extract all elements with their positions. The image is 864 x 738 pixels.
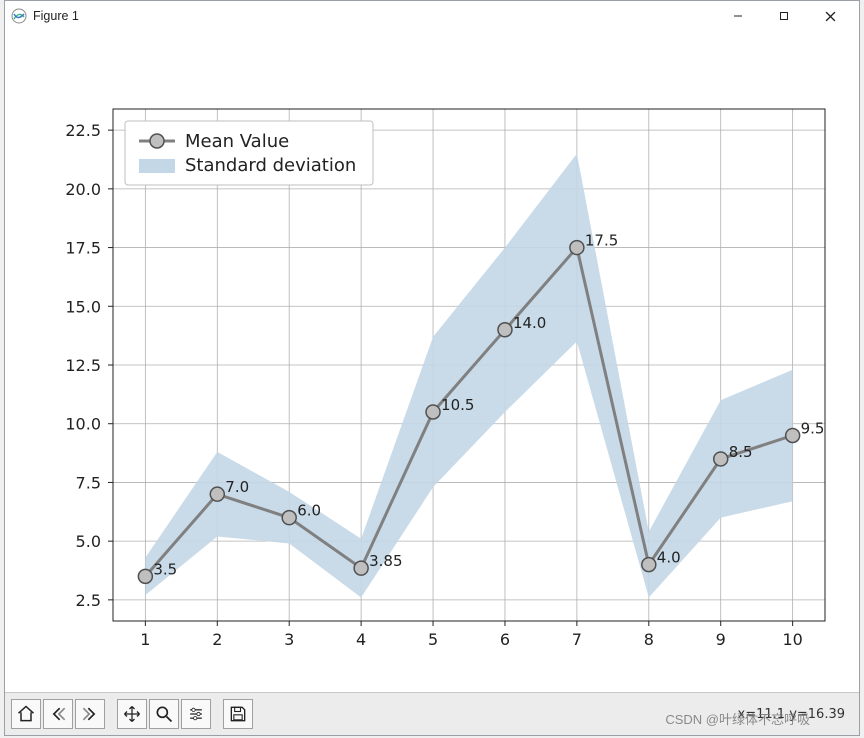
x-tick-label: 1	[140, 630, 150, 649]
x-tick-label: 2	[212, 630, 222, 649]
data-marker	[426, 405, 440, 419]
zoom-button[interactable]	[149, 699, 179, 729]
forward-button[interactable]	[75, 699, 105, 729]
home-button[interactable]	[11, 699, 41, 729]
y-tick-label: 10.0	[65, 415, 101, 434]
x-tick-label: 3	[284, 630, 294, 649]
titlebar: Figure 1	[5, 1, 859, 32]
y-tick-label: 22.5	[65, 121, 101, 140]
chart-svg: 3.5 7.0 6.0 3.85 10.5 14.0 17.5 4.0 8.5 9.5 1 2 3 4 5 6…	[5, 31, 859, 693]
legend-band-label: Standard deviation	[185, 155, 356, 176]
plot-area[interactable]: 3.5 7.0 6.0 3.85 10.5 14.0 17.5 4.0 8.5 9.5 1 2 3 4 5 6…	[5, 31, 859, 693]
data-marker	[210, 487, 224, 501]
legend-line-label: Mean Value	[185, 131, 289, 152]
y-tick-label: 5.0	[76, 532, 101, 551]
x-tick-label: 5	[428, 630, 438, 649]
point-label: 3.5	[153, 560, 177, 578]
y-tick-label: 12.5	[65, 356, 101, 375]
data-marker	[354, 561, 368, 575]
window-title: Figure 1	[33, 9, 79, 23]
point-label: 17.5	[585, 232, 618, 250]
point-label: 10.5	[441, 396, 474, 414]
x-tick-label: 7	[572, 630, 582, 649]
y-tick-label: 17.5	[65, 239, 101, 258]
x-tick-label: 6	[500, 630, 510, 649]
back-button[interactable]	[43, 699, 73, 729]
x-tick-label: 9	[716, 630, 726, 649]
configure-subplots-button[interactable]	[181, 699, 211, 729]
x-tick-label: 4	[356, 630, 366, 649]
y-tick-label: 2.5	[76, 591, 101, 610]
point-label: 8.5	[729, 443, 753, 461]
x-tick-label: 8	[644, 630, 654, 649]
x-tick-label: 10	[782, 630, 802, 649]
minimize-button[interactable]	[715, 1, 761, 31]
pan-button[interactable]	[117, 699, 147, 729]
y-tick-label: 15.0	[65, 297, 101, 316]
data-marker	[498, 323, 512, 337]
point-label: 3.85	[369, 552, 402, 570]
data-marker	[138, 569, 152, 583]
data-marker	[642, 558, 656, 572]
data-marker	[714, 452, 728, 466]
y-tick-label: 20.0	[65, 180, 101, 199]
figure-window: Figure 1 3.57.06.03.8510.514.017.54.08.5…	[4, 0, 860, 736]
data-marker	[786, 428, 800, 442]
cursor-coords: x=11.1 y=16.39	[738, 707, 845, 722]
point-label: 6.0	[297, 502, 321, 520]
data-marker	[282, 511, 296, 525]
save-button[interactable]	[223, 699, 253, 729]
matplotlib-toolbar: x=11.1 y=16.39	[5, 692, 859, 735]
close-button[interactable]	[807, 1, 853, 31]
maximize-button[interactable]	[761, 1, 807, 31]
y-tick-label: 7.5	[76, 473, 101, 492]
point-label: 4.0	[657, 549, 681, 567]
point-label: 14.0	[513, 314, 546, 332]
app-icon	[11, 8, 27, 24]
point-label: 9.5	[801, 419, 825, 437]
data-marker	[570, 241, 584, 255]
point-label: 7.0	[225, 478, 249, 496]
